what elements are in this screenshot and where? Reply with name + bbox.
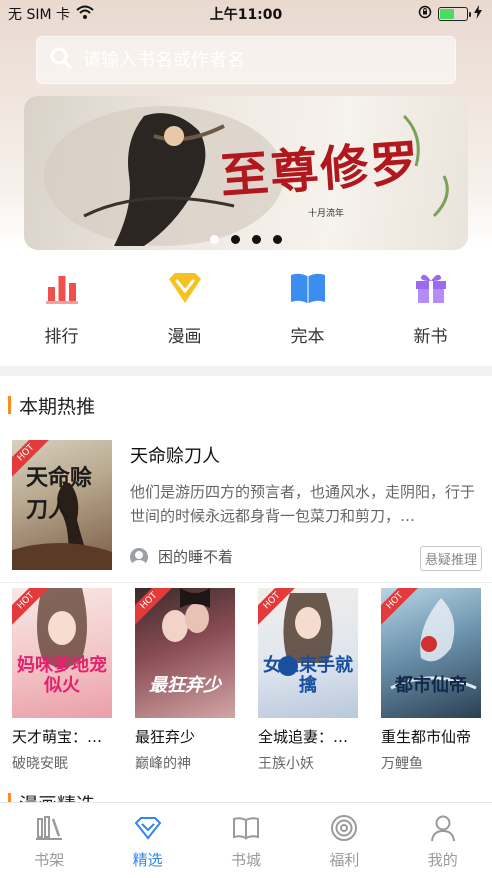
book-title[interactable]: 天命赊刀人 xyxy=(130,442,220,468)
book-author: 万鲤鱼 xyxy=(381,756,423,772)
quick-nav-label: 新书 xyxy=(413,327,448,347)
selected-icon xyxy=(133,813,163,843)
book-cover[interactable]: HOT 妈咪爹地宠似火 xyxy=(12,588,112,718)
cover-title: 最狂弃少 xyxy=(149,675,221,696)
book-author: 困的睡不着 xyxy=(130,546,233,567)
promo-banner[interactable]: 至尊修罗 十月流年 xyxy=(24,96,468,250)
book-author: 巅峰的神 xyxy=(135,756,191,772)
book-card[interactable]: HOT 都市仙帝 重生都市仙帝 万鲤鱼 xyxy=(381,588,481,773)
cover-title: 天命赊刀人 xyxy=(26,465,93,523)
tab-label: 书架 xyxy=(34,851,65,869)
book-author: 破晓安眠 xyxy=(12,756,68,772)
book-title[interactable]: 全城追妻：… xyxy=(258,726,358,747)
tab-label: 书城 xyxy=(230,851,261,869)
tab-selected[interactable]: 精选 xyxy=(98,803,196,878)
cover-title: 妈咪爹地宠似火 xyxy=(17,655,107,696)
featured-book[interactable]: HOT 天命赊刀人 天命赊刀人 他们是游历四方的预言者，也通风水，走阴阳，行于世… xyxy=(12,440,482,576)
tab-bar: 书架 精选 书城 福利 我的 xyxy=(0,802,492,878)
tab-bookshelf[interactable]: 书架 xyxy=(0,803,98,878)
banner-title: 至尊修罗 xyxy=(218,135,423,205)
book-card[interactable]: HOT 最狂弃少 最狂弃少 巅峰的神 xyxy=(135,588,235,773)
tab-label: 精选 xyxy=(132,851,163,869)
book-card[interactable]: HOT 妈咪爹地宠似火 天才萌宝：… 破晓安眠 xyxy=(12,588,112,773)
gift-icon xyxy=(411,268,451,308)
search-bar[interactable] xyxy=(36,36,456,84)
section-separator xyxy=(0,366,492,376)
carousel-dot[interactable] xyxy=(252,235,261,244)
book-title[interactable]: 重生都市仙帝 xyxy=(381,726,481,747)
carousel-dot[interactable] xyxy=(231,235,240,244)
book-cover[interactable]: HOT 天命赊刀人 xyxy=(12,440,112,570)
person-icon xyxy=(428,813,458,843)
tab-label: 福利 xyxy=(329,851,360,869)
chart-icon xyxy=(42,268,82,308)
quick-nav-label: 完本 xyxy=(290,327,325,347)
book-grid: HOT 妈咪爹地宠似火 天才萌宝：… 破晓安眠 HOT 最狂弃少 最狂弃少 巅峰… xyxy=(12,588,492,773)
banner-subtitle: 十月流年 xyxy=(308,209,345,219)
tab-welfare[interactable]: 福利 xyxy=(295,803,393,878)
quick-nav-comics[interactable]: 漫画 xyxy=(123,268,246,358)
tab-mine[interactable]: 我的 xyxy=(394,803,492,878)
book-cover[interactable]: HOT 都市仙帝 xyxy=(381,588,481,718)
book-title[interactable]: 天才萌宝：… xyxy=(12,726,112,747)
section-header-hot: 本期热推 xyxy=(8,392,95,418)
charging-icon xyxy=(474,5,482,23)
section-title: 本期热推 xyxy=(19,395,96,418)
divider xyxy=(0,582,492,583)
quick-nav-label: 漫画 xyxy=(167,327,202,347)
cover-title: 都市仙帝 xyxy=(395,675,467,696)
diamond-icon xyxy=(165,268,205,308)
status-right xyxy=(418,5,482,23)
open-book-icon xyxy=(231,813,261,843)
author-name: 困的睡不着 xyxy=(158,548,234,566)
target-icon xyxy=(329,813,359,843)
status-bar: 无 SIM 卡 上午11:00 xyxy=(0,0,492,26)
book-card[interactable]: HOT 女人束手就擒 全城追妻：… 王族小妖 xyxy=(258,588,358,773)
search-input[interactable] xyxy=(83,49,443,71)
tab-label: 我的 xyxy=(427,851,458,869)
book-icon xyxy=(288,268,328,308)
search-icon xyxy=(49,46,73,74)
book-cover[interactable]: HOT 最狂弃少 xyxy=(135,588,235,718)
book-author: 王族小妖 xyxy=(258,756,314,772)
quick-nav-label: 排行 xyxy=(44,327,79,347)
carousel-dot[interactable] xyxy=(210,235,219,244)
section-accent-bar xyxy=(8,396,11,414)
quick-nav-ranking[interactable]: 排行 xyxy=(0,268,123,358)
book-cover[interactable]: HOT 女人束手就擒 xyxy=(258,588,358,718)
battery-icon xyxy=(438,7,471,21)
quick-nav-new-books[interactable]: 新书 xyxy=(369,268,492,358)
book-description: 他们是游历四方的预言者，也通风水，走阴阳，行于世间的时候永远都身背一包菜刀和剪刀… xyxy=(130,483,476,525)
book-title[interactable]: 最狂弃少 xyxy=(135,726,235,747)
quick-nav-completed[interactable]: 完本 xyxy=(246,268,369,358)
bookshelf-icon xyxy=(34,813,64,843)
carousel-dots xyxy=(24,235,468,244)
tab-bookstore[interactable]: 书城 xyxy=(197,803,295,878)
genre-tag[interactable]: 悬疑推理 xyxy=(419,546,482,571)
quick-nav: 排行 漫画 完本 新书 xyxy=(0,268,492,358)
cover-title: 女人束手就擒 xyxy=(263,655,353,696)
author-avatar-icon xyxy=(130,547,148,566)
carousel-dot[interactable] xyxy=(273,235,282,244)
rotation-lock-icon xyxy=(418,5,432,23)
